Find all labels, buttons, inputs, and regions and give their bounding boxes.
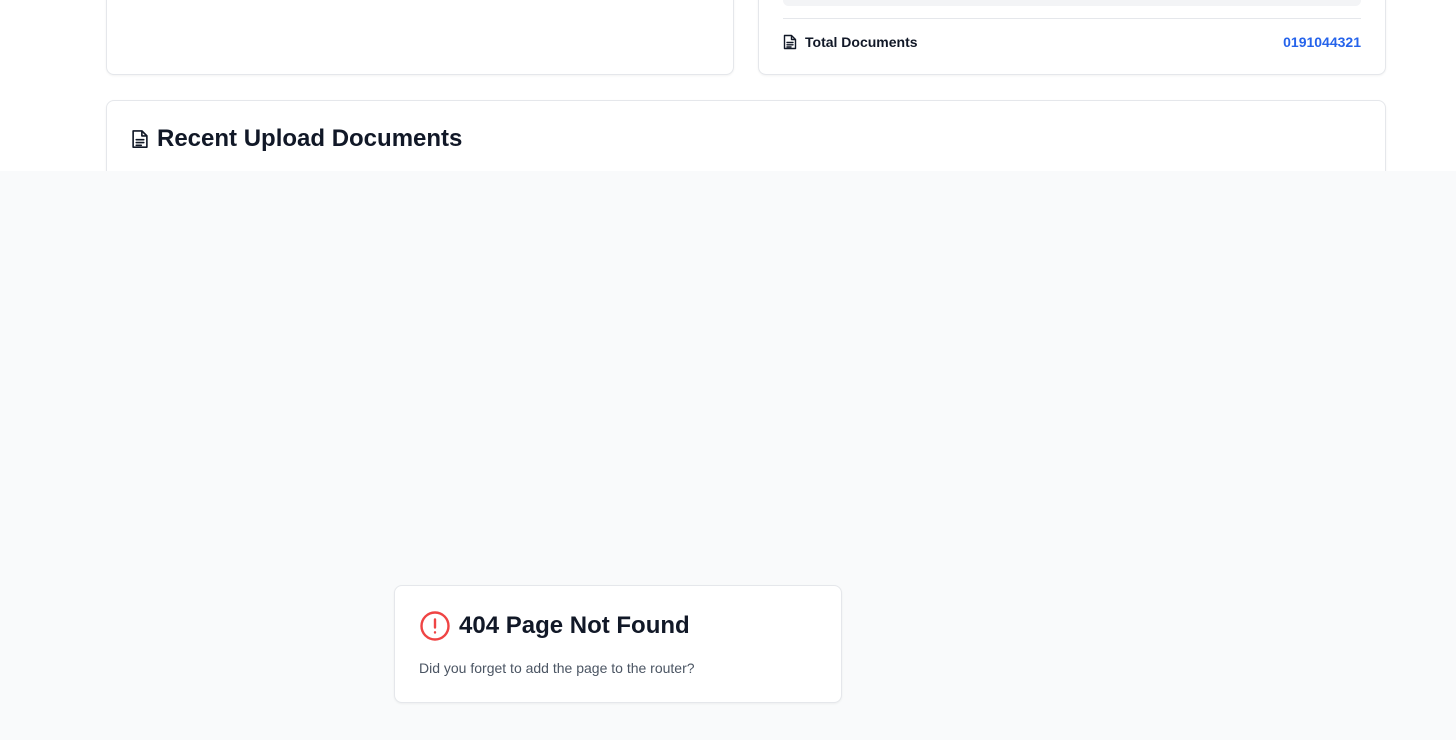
total-documents-row: Total Documents 0191044321 (783, 31, 1361, 53)
file-text-icon (131, 129, 149, 149)
not-found-message: Did you forget to add the page to the ro… (419, 660, 695, 676)
recent-uploads-title: Recent Upload Documents (157, 125, 463, 152)
alert-circle-icon (419, 610, 451, 642)
progress-track (783, 0, 1361, 6)
divider (783, 18, 1361, 19)
total-documents-label: Total Documents (805, 34, 918, 50)
not-found-overlay: 404 Page Not Found Did you forget to add… (0, 171, 1456, 740)
recent-uploads-header: Recent Upload Documents (131, 125, 462, 153)
left-summary-card (106, 0, 734, 75)
stats-card: Total Documents 0191044321 (758, 0, 1386, 75)
dashboard-background: Total Documents 0191044321 Recent Upload… (0, 0, 1456, 171)
file-text-icon (783, 34, 797, 50)
recent-uploads-card: Recent Upload Documents (106, 100, 1386, 171)
total-documents-value: 0191044321 (1283, 34, 1361, 50)
not-found-title: 404 Page Not Found (459, 612, 690, 639)
not-found-header: 404 Page Not Found (419, 610, 690, 642)
not-found-card: 404 Page Not Found Did you forget to add… (394, 585, 842, 703)
